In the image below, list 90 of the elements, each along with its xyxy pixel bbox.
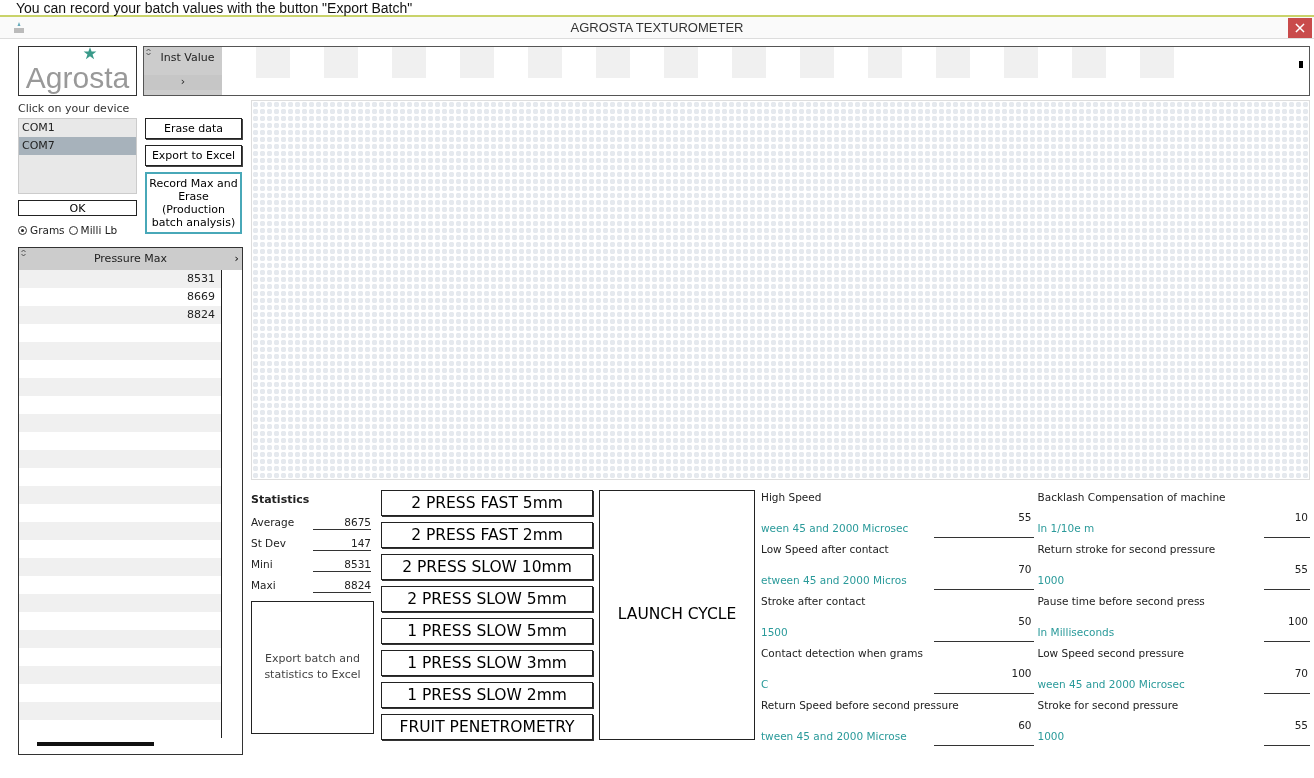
empty-cell bbox=[1072, 47, 1106, 78]
empty-cell bbox=[392, 47, 426, 78]
field-hint: ween 45 and 2000 Microsec bbox=[1037, 677, 1186, 692]
field-hint: etween 45 and 2000 Micros bbox=[761, 573, 908, 588]
sort-icon[interactable] bbox=[21, 248, 26, 257]
launch-button[interactable]: LAUNCH CYCLE bbox=[599, 490, 755, 740]
field-label: Stroke for second pressure bbox=[1037, 698, 1180, 713]
input-field[interactable]: 55 bbox=[933, 510, 1034, 538]
prompt-text: Click on your device bbox=[18, 101, 131, 117]
empty-cell bbox=[800, 47, 834, 78]
stat-value: 8824 bbox=[313, 579, 371, 593]
list-item[interactable]: COM7 bbox=[19, 137, 136, 155]
stat-label: Maxi bbox=[251, 578, 276, 594]
field-label: Low Speed second pressure bbox=[1037, 646, 1185, 661]
field-hint: In 1/10e m bbox=[1037, 521, 1096, 536]
input-field[interactable]: 60 bbox=[933, 718, 1034, 746]
radio-label: Milli Lb bbox=[80, 224, 118, 236]
program-button[interactable]: 2 PRESS FAST 5mm bbox=[381, 490, 593, 516]
radio-option[interactable]: Milli Lb bbox=[68, 223, 118, 239]
field-hint: 1500 bbox=[761, 625, 789, 640]
program-button[interactable]: FRUIT PENETROMETRY bbox=[381, 714, 593, 740]
stat-label: Average bbox=[251, 515, 295, 531]
close-button[interactable]: × bbox=[1288, 17, 1312, 38]
empty-cell bbox=[596, 47, 630, 78]
ok-button[interactable]: OK bbox=[18, 200, 137, 216]
empty-cell bbox=[868, 47, 902, 78]
empty-cell bbox=[936, 47, 970, 78]
field-label: Stroke after contact bbox=[761, 594, 867, 609]
stat-value: 147 bbox=[313, 537, 371, 551]
empty-cell bbox=[460, 47, 494, 78]
list-item[interactable]: COM1 bbox=[19, 119, 136, 137]
action-button[interactable]: Record Max and Erase (Production batch analysis) bbox=[145, 172, 242, 234]
field-label: Low Speed after contact bbox=[761, 542, 890, 557]
empty-cell bbox=[1140, 47, 1174, 78]
field-label: Return stroke for second pressure bbox=[1037, 542, 1217, 557]
cursor-mark bbox=[1298, 61, 1303, 68]
field-hint: In Milliseconds bbox=[1037, 625, 1116, 640]
field-hint: 1000 bbox=[1037, 729, 1066, 744]
input-field[interactable]: 70 bbox=[933, 562, 1034, 590]
stat-label: Mini bbox=[251, 557, 273, 573]
field-hint: ween 45 and 2000 Microsec bbox=[761, 521, 910, 536]
header-label: Pressure Max bbox=[93, 250, 168, 267]
input-field[interactable]: 70 bbox=[1264, 666, 1310, 694]
input-field[interactable]: 50 bbox=[933, 614, 1034, 642]
input-field[interactable]: 100 bbox=[933, 666, 1034, 694]
table-cell: 8531 bbox=[187, 271, 215, 285]
program-button[interactable]: 2 PRESS SLOW 5mm bbox=[381, 586, 593, 612]
field-label: High Speed bbox=[761, 490, 823, 505]
program-button[interactable]: 2 PRESS FAST 2mm bbox=[381, 522, 593, 548]
stat-value: 8675 bbox=[313, 516, 371, 530]
program-button[interactable]: 1 PRESS SLOW 5mm bbox=[381, 618, 593, 644]
radio-option[interactable]: Grams bbox=[18, 223, 65, 239]
field-hint: C bbox=[761, 677, 770, 692]
field-label: Contact detection when grams bbox=[761, 646, 924, 661]
radio-label: Grams bbox=[30, 224, 65, 236]
scrollbar-thumb[interactable] bbox=[37, 741, 154, 746]
empty-cell bbox=[664, 47, 698, 78]
table-cell: 8824 bbox=[187, 307, 215, 321]
sort-icon[interactable] bbox=[146, 48, 151, 56]
empty-cell bbox=[528, 47, 562, 78]
table-cell: 8669 bbox=[187, 289, 215, 303]
input-field[interactable]: 100 bbox=[1264, 614, 1310, 642]
window-title: AGROSTA TEXTUROMETER bbox=[569, 18, 745, 37]
stats-title: Statistics bbox=[251, 492, 311, 508]
empty-cell bbox=[324, 47, 358, 78]
stat-value: 8531 bbox=[313, 558, 371, 572]
input-field[interactable]: 10 bbox=[1264, 510, 1310, 538]
field-label: Pause time before second press bbox=[1037, 594, 1206, 609]
input-field[interactable]: 55 bbox=[1264, 562, 1310, 590]
program-button[interactable]: 1 PRESS SLOW 3mm bbox=[381, 650, 593, 676]
expand-button[interactable]: › bbox=[234, 250, 239, 268]
empty-cell bbox=[1004, 47, 1038, 78]
action-button[interactable]: Erase data bbox=[145, 118, 242, 139]
app-icon bbox=[12, 20, 26, 35]
field-label: Backlash Compensation of machine bbox=[1037, 490, 1227, 505]
field-label: Return Speed before second pressure bbox=[761, 698, 960, 713]
program-button[interactable]: 2 PRESS SLOW 10mm bbox=[381, 554, 593, 580]
empty-cell bbox=[256, 47, 290, 78]
header-label: Inst Value bbox=[159, 50, 216, 67]
action-button[interactable]: Export to Excel bbox=[145, 145, 242, 166]
empty-cell bbox=[732, 47, 766, 78]
input-field[interactable]: 55 bbox=[1264, 718, 1310, 746]
export-button[interactable]: Export batch and statistics to Excel bbox=[251, 600, 374, 734]
stat-label: St Dev bbox=[251, 536, 286, 552]
expand-button[interactable]: › bbox=[144, 74, 222, 90]
logo-text: Agrosta bbox=[25, 61, 130, 95]
field-hint: 1000 bbox=[1037, 573, 1066, 588]
program-button[interactable]: 1 PRESS SLOW 2mm bbox=[381, 682, 593, 708]
field-hint: tween 45 and 2000 Microse bbox=[761, 729, 908, 744]
star-icon bbox=[83, 47, 97, 60]
